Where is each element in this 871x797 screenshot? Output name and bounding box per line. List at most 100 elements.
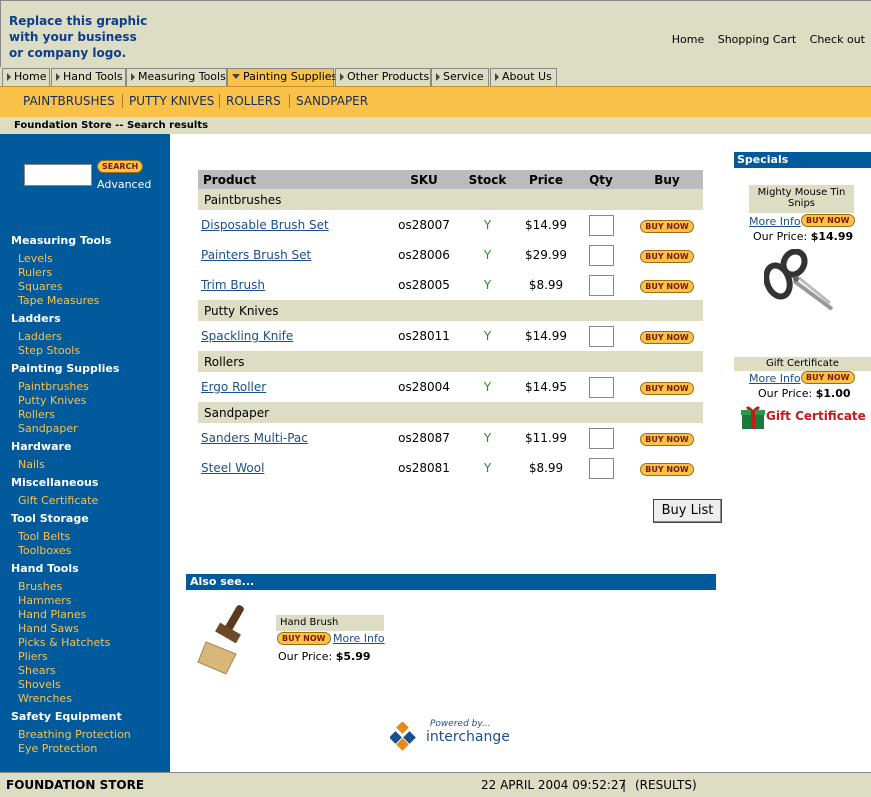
buy-now-button[interactable]: BUY NOW — [640, 330, 694, 344]
category-heading: Painting Supplies — [11, 362, 120, 375]
group-label: Rollers — [198, 351, 703, 372]
sidebar-link[interactable]: Toolboxes — [18, 544, 71, 557]
divider — [289, 94, 290, 108]
sidebar-link[interactable]: Rollers — [18, 408, 55, 421]
tab-about-us[interactable]: About Us — [490, 68, 557, 86]
sidebar-link[interactable]: Squares — [18, 280, 62, 293]
quantity-input[interactable] — [588, 244, 614, 266]
search-button[interactable]: SEARCH — [97, 160, 144, 173]
sidebar-link[interactable]: Sandpaper — [18, 422, 78, 435]
buy-now-button[interactable]: BUY NOW — [640, 381, 694, 395]
buy-now-button[interactable]: BUY NOW — [640, 249, 694, 263]
checkout-link[interactable]: Check out — [810, 33, 865, 46]
sidebar-link[interactable]: Levels — [18, 252, 53, 265]
group-label: Paintbrushes — [198, 189, 703, 210]
sidebar-link[interactable]: Rulers — [18, 266, 52, 279]
specials-column: Specials Mighty Mouse Tin Snips More Inf… — [734, 134, 871, 772]
product-link[interactable]: Sanders Multi-Pac — [201, 431, 308, 445]
quantity-input[interactable] — [588, 376, 614, 398]
table-row: Trim Brush os28005 Y $8.99 BUY NOW — [198, 270, 703, 300]
more-info-link[interactable]: More Info — [333, 632, 385, 645]
sidebar-link[interactable]: Wrenches — [18, 692, 72, 705]
sidebar-link[interactable]: Brushes — [18, 580, 62, 593]
sidebar-link[interactable]: Putty Knives — [18, 394, 86, 407]
table-row: Steel Wool os28081 Y $8.99 BUY NOW — [198, 453, 703, 483]
quantity-input[interactable] — [588, 457, 614, 479]
footer-store-name: FOUNDATION STORE — [6, 778, 145, 792]
tab-home[interactable]: Home — [2, 68, 50, 86]
buy-now-button[interactable]: BUY NOW — [801, 214, 855, 227]
group-row: Rollers — [198, 351, 703, 372]
buy-now-button[interactable]: BUY NOW — [640, 432, 694, 446]
advanced-search-link[interactable]: Advanced — [97, 178, 151, 191]
sidebar-link[interactable]: Picks & Hatchets — [18, 636, 110, 649]
subnav-paintbrushes[interactable]: PAINTBRUSHES — [23, 94, 115, 108]
group-label: Sandpaper — [198, 402, 703, 423]
group-row: Putty Knives — [198, 300, 703, 321]
subnav-sandpaper[interactable]: SANDPAPER — [296, 94, 368, 108]
tin-snips-image[interactable] — [764, 249, 836, 315]
quantity-input[interactable] — [588, 274, 614, 296]
quantity-input[interactable] — [588, 427, 614, 449]
product-link[interactable]: Trim Brush — [201, 278, 265, 292]
table-row: Disposable Brush Set os28007 Y $14.99 BU… — [198, 210, 703, 240]
subnav-rollers[interactable]: ROLLERS — [226, 94, 281, 108]
column-header: Qty — [571, 170, 631, 189]
buy-now-button[interactable]: BUY NOW — [801, 371, 855, 384]
group-row: Paintbrushes — [198, 189, 703, 210]
footer-separator: | — [622, 778, 627, 792]
buy-now-button[interactable]: BUY NOW — [640, 462, 694, 476]
shopping-cart-link[interactable]: Shopping Cart — [718, 33, 796, 46]
main-tabs: Home Hand Tools Measuring Tools Painting… — [0, 67, 871, 86]
sidebar-link[interactable]: Step Stools — [18, 344, 80, 357]
sidebar-link[interactable]: Shovels — [18, 678, 61, 691]
tab-measuring-tools[interactable]: Measuring Tools — [126, 68, 227, 86]
more-info-link[interactable]: More Info — [749, 215, 801, 228]
more-info-link[interactable]: More Info — [749, 372, 801, 385]
arrow-right-icon — [7, 73, 11, 81]
quantity-input[interactable] — [588, 325, 614, 347]
buy-now-button[interactable]: BUY NOW — [640, 219, 694, 233]
stock: Y — [483, 380, 492, 394]
buy-now-button[interactable]: BUY NOW — [277, 632, 331, 645]
sidebar-link[interactable]: Breathing Protection — [18, 728, 131, 741]
price: $14.95 — [525, 380, 567, 394]
gift-certificate-image[interactable]: Gift Certificate — [740, 404, 870, 430]
sidebar-link[interactable]: Hand Planes — [18, 608, 86, 621]
footer: FOUNDATION STORE 22 APRIL 2004 09:52:27 … — [0, 772, 871, 797]
product-link[interactable]: Ergo Roller — [201, 380, 266, 394]
sidebar-link[interactable]: Hammers — [18, 594, 71, 607]
special-item-price: Our Price: $1.00 — [758, 387, 851, 400]
home-link[interactable]: Home — [672, 33, 704, 46]
sidebar-link[interactable]: Tool Belts — [18, 530, 70, 543]
sidebar-link[interactable]: Tape Measures — [18, 294, 99, 307]
sidebar-link[interactable]: Shears — [18, 664, 56, 677]
sidebar-link[interactable]: Ladders — [18, 330, 62, 343]
buy-list-button[interactable]: Buy List — [653, 499, 722, 523]
tab-hand-tools[interactable]: Hand Tools — [51, 68, 126, 86]
sidebar-link[interactable]: Nails — [18, 458, 45, 471]
arrow-down-icon — [232, 74, 240, 79]
sidebar-link[interactable]: Pliers — [18, 650, 48, 663]
quantity-input[interactable] — [588, 214, 614, 236]
tab-painting-supplies[interactable]: Painting Supplies — [227, 68, 337, 86]
category-heading: Hardware — [11, 440, 72, 453]
product-link[interactable]: Disposable Brush Set — [201, 218, 329, 232]
logo[interactable]: Replace this graphic with your business … — [9, 13, 147, 61]
buy-now-button[interactable]: BUY NOW — [640, 279, 694, 293]
hand-brush-image[interactable] — [196, 602, 266, 678]
sidebar-link[interactable]: Gift Certificate — [18, 494, 98, 507]
arrow-right-icon — [131, 73, 135, 81]
divider — [122, 94, 123, 108]
product-link[interactable]: Steel Wool — [201, 461, 264, 475]
product-link[interactable]: Painters Brush Set — [201, 248, 311, 262]
tab-other-products[interactable]: Other Products — [335, 68, 431, 86]
sidebar-link[interactable]: Paintbrushes — [18, 380, 89, 393]
product-link[interactable]: Spackling Knife — [201, 329, 293, 343]
sidebar-link[interactable]: Eye Protection — [18, 742, 97, 755]
tab-service[interactable]: Service — [431, 68, 489, 86]
subnav-putty-knives[interactable]: PUTTY KNIVES — [129, 94, 214, 108]
sidebar-link[interactable]: Hand Saws — [18, 622, 79, 635]
arrow-right-icon — [495, 73, 499, 81]
search-input[interactable] — [24, 164, 92, 186]
